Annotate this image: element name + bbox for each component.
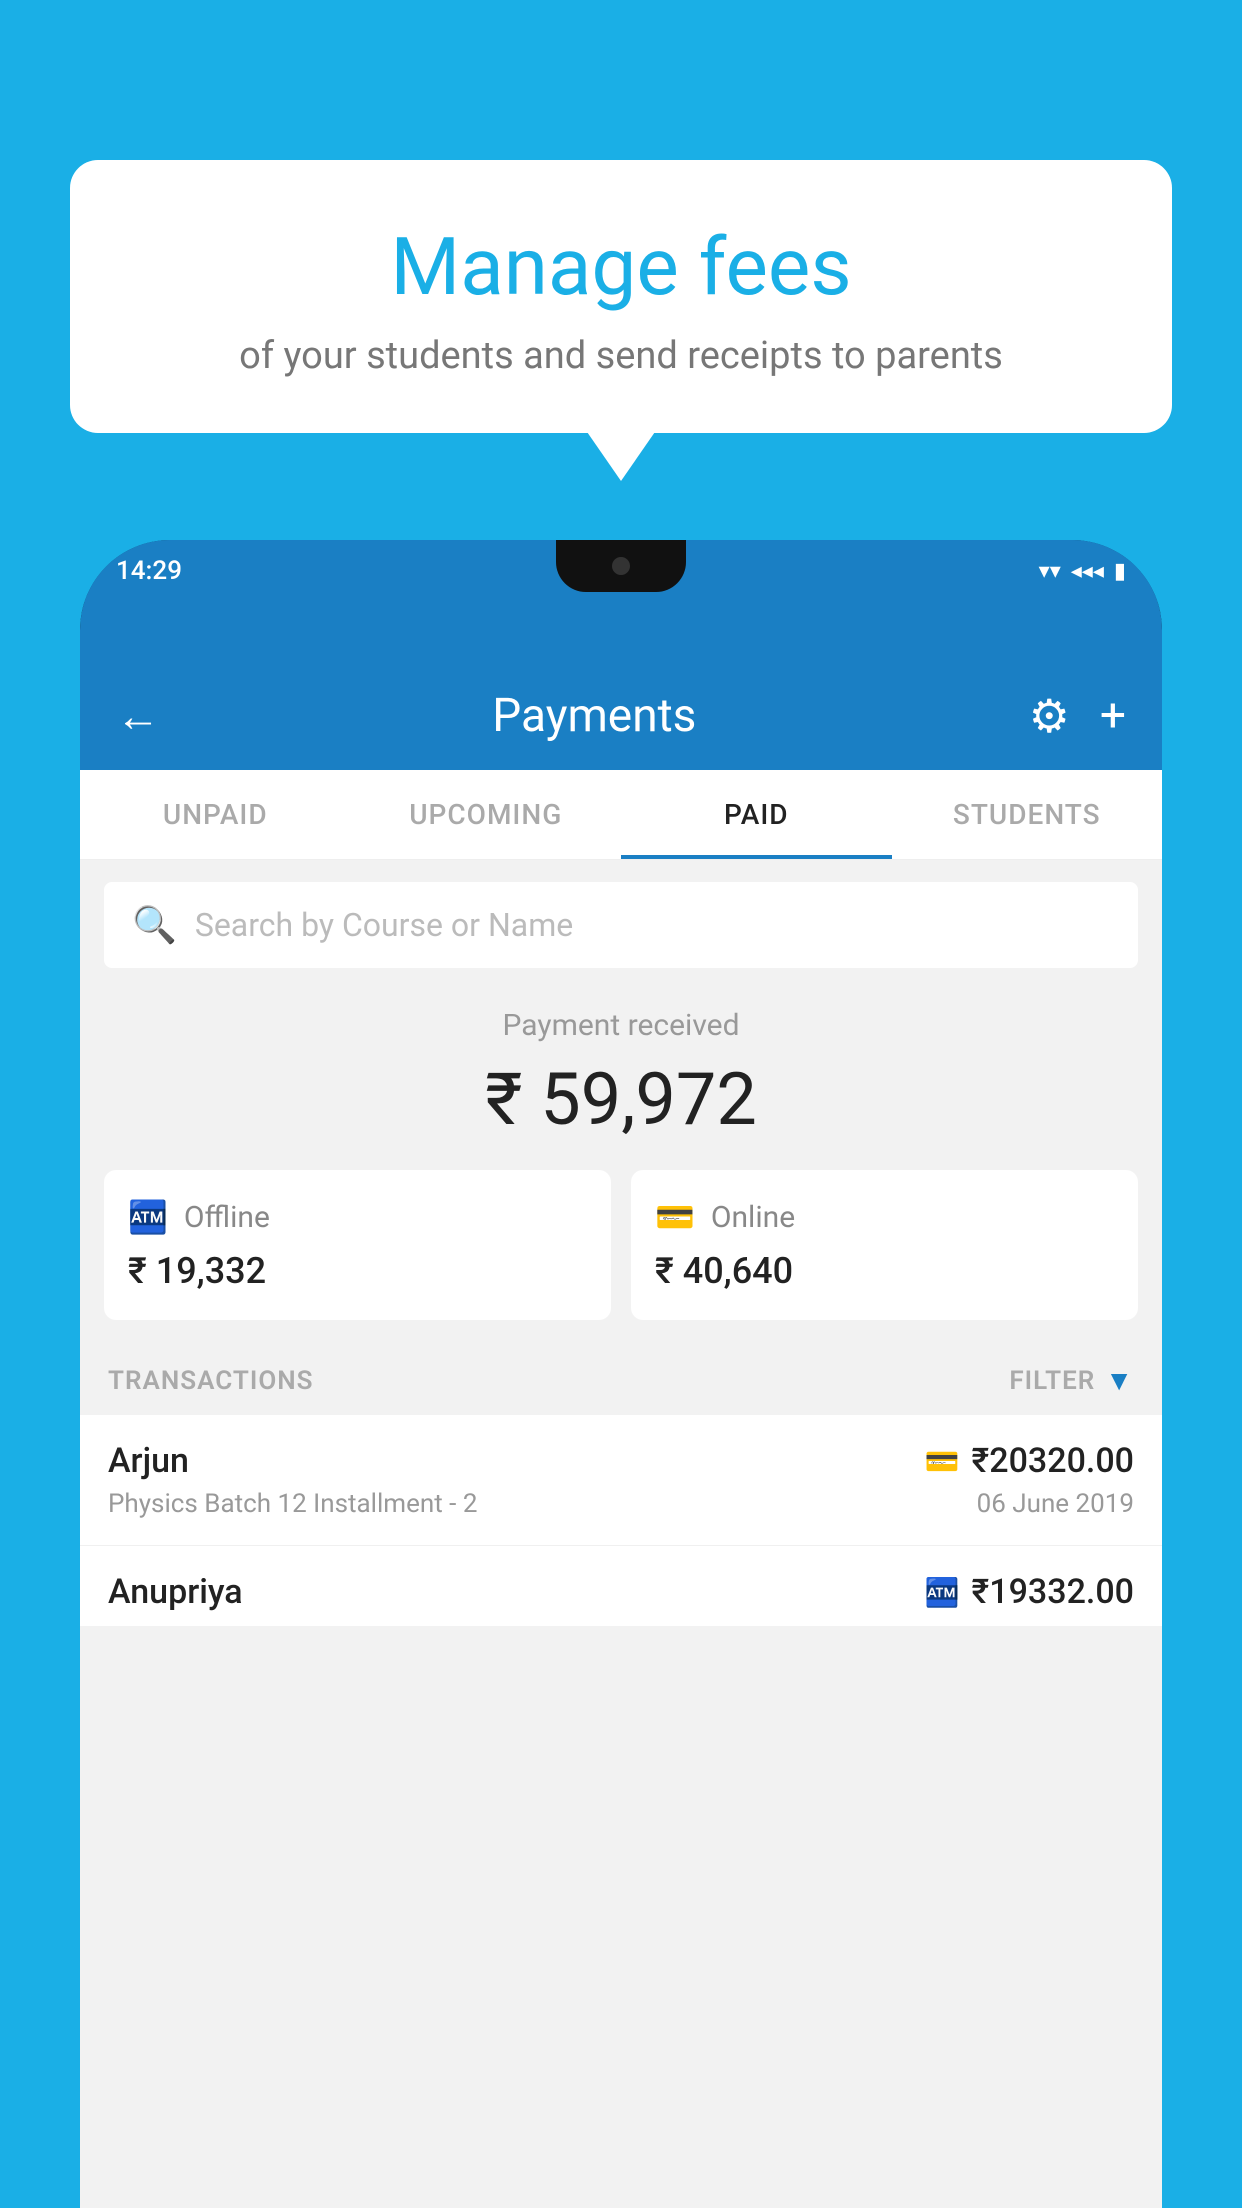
online-label: Online xyxy=(711,1200,795,1235)
search-bar[interactable]: 🔍 Search by Course or Name xyxy=(104,882,1138,968)
offline-icon: 🏧 xyxy=(128,1198,168,1236)
transaction-amount: ₹20320.00 xyxy=(972,1441,1134,1481)
online-card: 💳 Online ₹ 40,640 xyxy=(631,1170,1138,1320)
app-bar-title: Payments xyxy=(190,689,999,743)
transactions-header: TRANSACTIONS FILTER ▼ xyxy=(80,1344,1162,1415)
status-icons: ▾▾ ◂◂◂ ▮ xyxy=(1039,559,1126,584)
cash-icon: 🏧 xyxy=(925,1576,960,1609)
filter-button[interactable]: FILTER ▼ xyxy=(1009,1364,1134,1397)
back-button[interactable]: ← xyxy=(116,690,160,742)
phone-frame: 14:29 ▾▾ ◂◂◂ ▮ ← Payments ⚙ + UNPAID UPC… xyxy=(80,540,1162,2208)
transaction-course: Physics Batch 12 Installment - 2 xyxy=(108,1489,477,1519)
transactions-label: TRANSACTIONS xyxy=(108,1366,314,1396)
add-button[interactable]: + xyxy=(1100,689,1126,743)
status-time: 14:29 xyxy=(116,556,182,586)
tab-upcoming[interactable]: UPCOMING xyxy=(351,770,622,859)
offline-card: 🏧 Offline ₹ 19,332 xyxy=(104,1170,611,1320)
payment-received-label: Payment received xyxy=(100,1008,1142,1043)
offline-label: Offline xyxy=(184,1200,270,1235)
online-card-header: 💳 Online xyxy=(655,1198,1114,1236)
payment-total-amount: ₹ 59,972 xyxy=(100,1057,1142,1142)
search-icon: 🔍 xyxy=(132,904,177,946)
card-icon: 💳 xyxy=(925,1445,960,1478)
speech-bubble-title: Manage fees xyxy=(120,220,1122,314)
wifi-icon: ▾▾ xyxy=(1039,559,1061,584)
settings-button[interactable]: ⚙ xyxy=(1029,689,1070,744)
status-bar-area: 14:29 ▾▾ ◂◂◂ ▮ xyxy=(80,540,1162,662)
payment-summary: Payment received ₹ 59,972 xyxy=(80,968,1162,1170)
tabs-bar: UNPAID UPCOMING PAID STUDENTS xyxy=(80,770,1162,860)
camera xyxy=(612,557,630,575)
payment-cards: 🏧 Offline ₹ 19,332 💳 Online ₹ 40,640 xyxy=(80,1170,1162,1344)
battery-icon: ▮ xyxy=(1114,559,1126,584)
transaction-row-partial-top: Anupriya 🏧 ₹19332.00 xyxy=(108,1572,1134,1612)
signal-icon: ◂◂◂ xyxy=(1071,559,1104,584)
transaction-date: 06 June 2019 xyxy=(977,1489,1134,1519)
transaction-name-2: Anupriya xyxy=(108,1572,243,1612)
online-icon: 💳 xyxy=(655,1198,695,1236)
transaction-amount-wrap: 💳 ₹20320.00 xyxy=(925,1441,1134,1481)
filter-icon: ▼ xyxy=(1105,1364,1134,1397)
transaction-amount-wrap-2: 🏧 ₹19332.00 xyxy=(925,1572,1134,1612)
tab-paid[interactable]: PAID xyxy=(621,770,892,859)
offline-card-header: 🏧 Offline xyxy=(128,1198,587,1236)
transaction-row-partial[interactable]: Anupriya 🏧 ₹19332.00 xyxy=(80,1546,1162,1626)
transaction-name: Arjun xyxy=(108,1441,189,1481)
app-bar: ← Payments ⚙ + xyxy=(80,662,1162,770)
speech-bubble: Manage fees of your students and send re… xyxy=(70,160,1172,433)
notch xyxy=(556,540,686,592)
tab-unpaid[interactable]: UNPAID xyxy=(80,770,351,859)
tab-students[interactable]: STUDENTS xyxy=(892,770,1163,859)
app-content: 🔍 Search by Course or Name Payment recei… xyxy=(80,860,1162,2208)
offline-amount: ₹ 19,332 xyxy=(128,1250,587,1292)
transaction-amount-2: ₹19332.00 xyxy=(972,1572,1134,1612)
filter-label: FILTER xyxy=(1009,1366,1095,1396)
search-input[interactable]: Search by Course or Name xyxy=(195,906,573,944)
transaction-row-top: Arjun 💳 ₹20320.00 xyxy=(108,1441,1134,1481)
speech-bubble-subtitle: of your students and send receipts to pa… xyxy=(120,334,1122,378)
transaction-row-bottom: Physics Batch 12 Installment - 2 06 June… xyxy=(108,1489,1134,1519)
online-amount: ₹ 40,640 xyxy=(655,1250,1114,1292)
transaction-row[interactable]: Arjun 💳 ₹20320.00 Physics Batch 12 Insta… xyxy=(80,1415,1162,1546)
